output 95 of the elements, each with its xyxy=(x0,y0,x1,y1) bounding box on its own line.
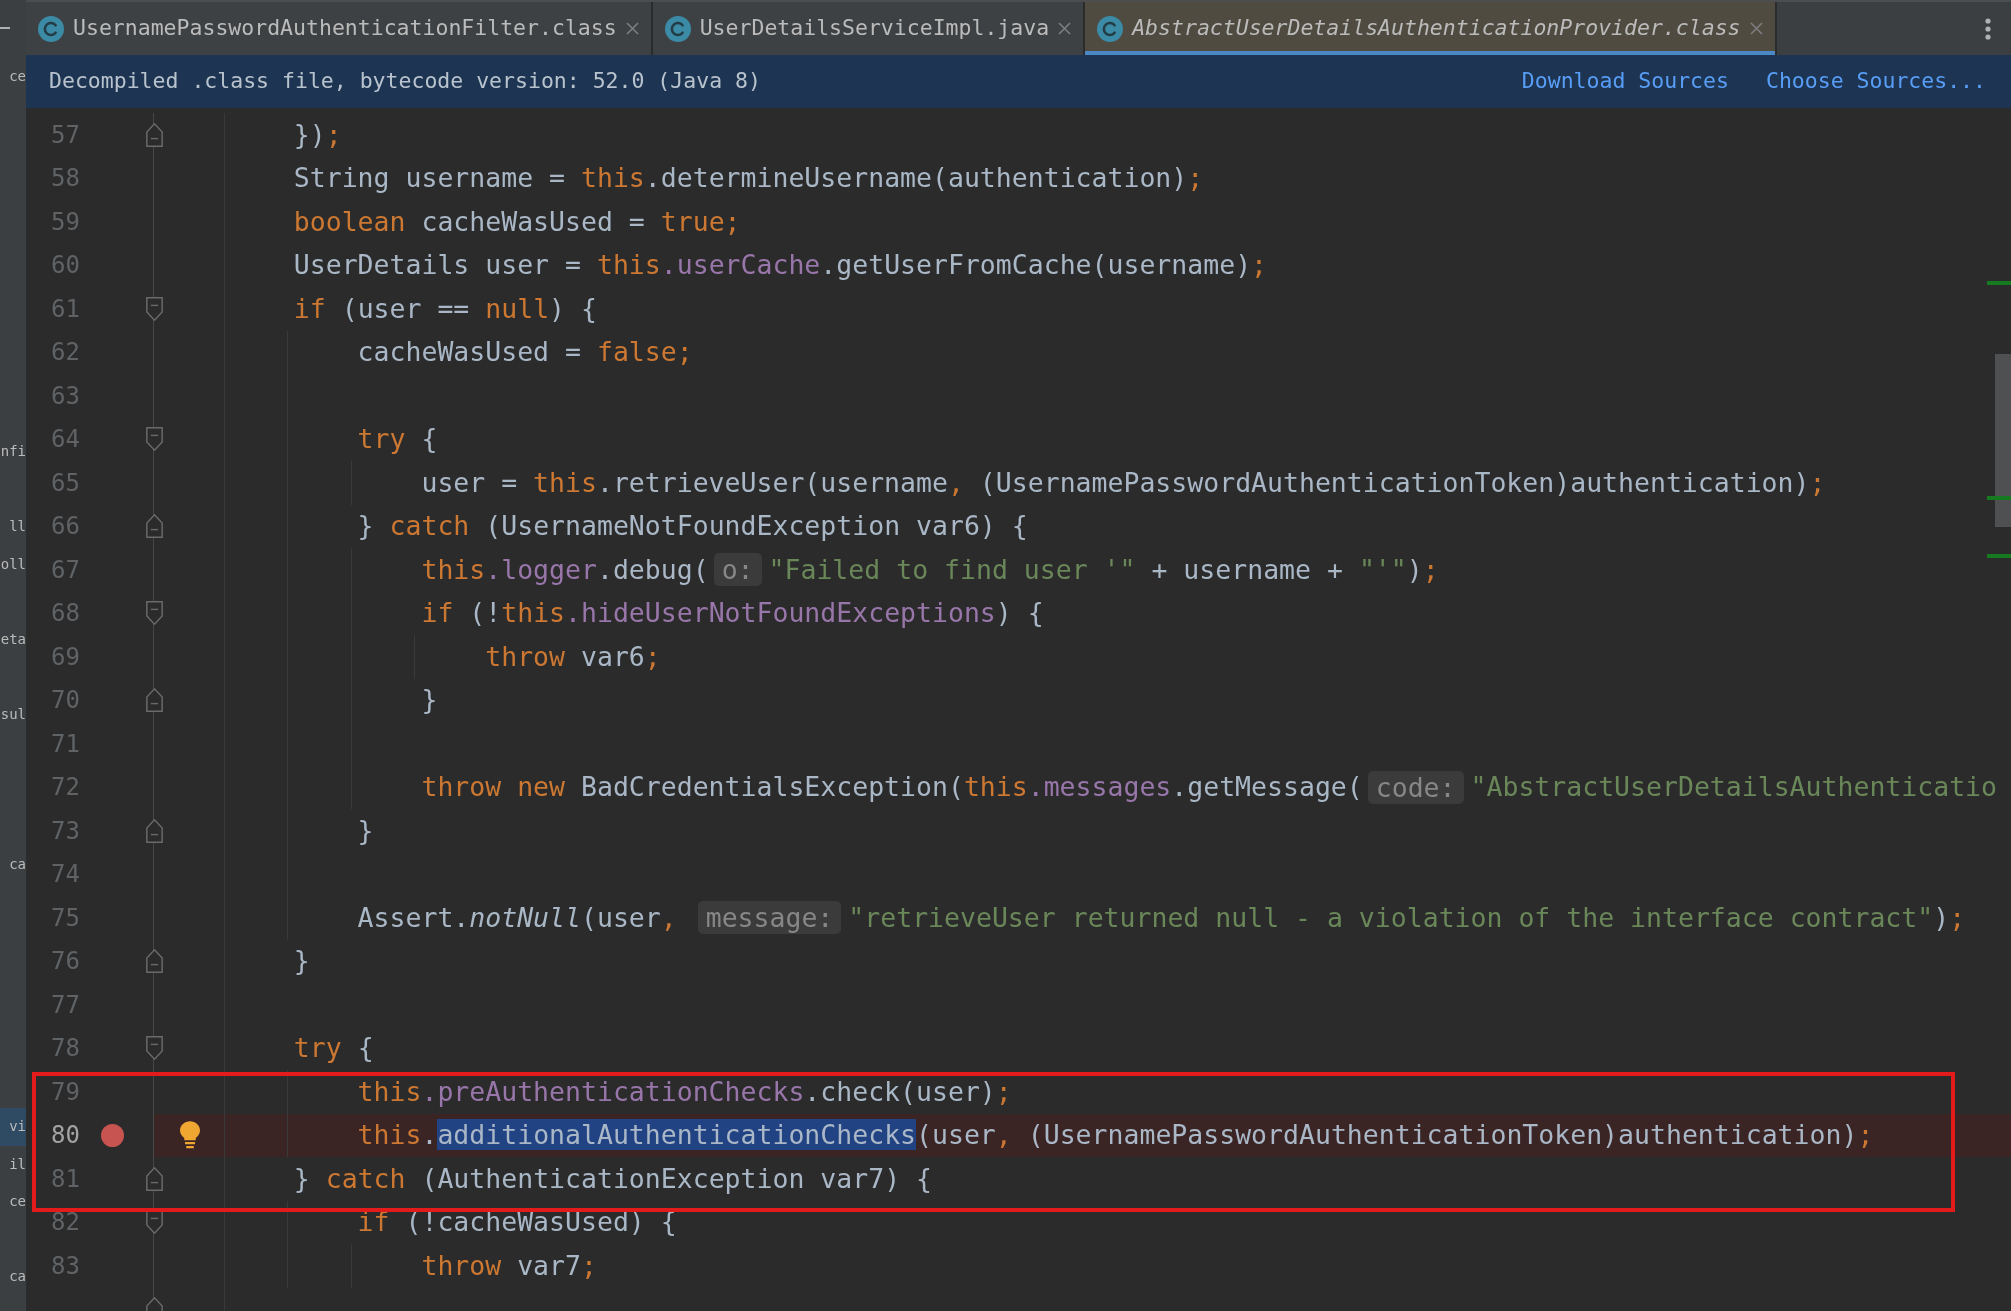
circle-c-icon xyxy=(38,15,64,42)
fold-marker-icon[interactable] xyxy=(145,514,163,539)
line-number: 73 xyxy=(51,815,80,847)
code-text: try { xyxy=(357,422,438,457)
fold-marker-icon[interactable] xyxy=(145,1166,163,1191)
scroll-marker-icon xyxy=(1987,281,2011,285)
scroll-marker-icon xyxy=(1987,554,2011,558)
line-number: 62 xyxy=(51,337,80,369)
line-number: 81 xyxy=(51,1163,80,1195)
code-text: } xyxy=(293,944,310,979)
code-text: }); xyxy=(293,117,342,152)
line-number: 63 xyxy=(51,380,80,412)
fold-marker-icon[interactable] xyxy=(145,688,163,713)
fold-marker-icon[interactable] xyxy=(145,601,163,626)
line-number: 71 xyxy=(51,728,80,760)
code-text: try { xyxy=(293,1031,374,1066)
line-number: 75 xyxy=(51,902,80,934)
line-number: 69 xyxy=(51,641,80,673)
code-text: } catch (UsernameNotFoundException var6) { xyxy=(357,509,1028,544)
close-icon[interactable] xyxy=(1749,22,1763,35)
line-number: 76 xyxy=(51,946,80,978)
line-number: 78 xyxy=(51,1033,80,1065)
code-text: user = this.retrieveUser(username, (UsernamePasswordAuthenticationToken)authentication); xyxy=(421,465,1826,500)
line-number: 74 xyxy=(51,859,80,891)
code-text: throw var6; xyxy=(485,639,661,674)
parameter-hint: o: xyxy=(713,553,762,587)
line-number: 66 xyxy=(51,511,80,543)
minus-icon[interactable] xyxy=(0,26,10,29)
code-text: this.additionalAuthenticationChecks(user, (UsernamePasswordAuthenticationToken)authentication); xyxy=(357,1118,1874,1153)
code-text: String username = this.determineUsername(authentication); xyxy=(293,161,1204,196)
code-text: UserDetails user = this.userCache.getUserFromCache(username); xyxy=(293,248,1268,283)
line-number: 59 xyxy=(51,206,80,238)
line-number: 68 xyxy=(51,598,80,630)
line-number: 57 xyxy=(51,119,80,151)
notice-link[interactable]: Choose Sources... xyxy=(1765,65,1986,98)
fold-marker-icon[interactable] xyxy=(145,427,163,452)
tree-item[interactable]: ca xyxy=(9,845,26,884)
circle-c-icon xyxy=(664,15,691,42)
line-number: 65 xyxy=(51,467,80,499)
line-number: 60 xyxy=(51,250,80,282)
fold-marker-icon[interactable] xyxy=(145,296,163,321)
line-number: 79 xyxy=(51,1076,80,1108)
scroll-marker-icon xyxy=(1987,496,2011,500)
code-text: } catch (AuthenticationException var7) { xyxy=(293,1161,932,1196)
parameter-hint: message: xyxy=(697,901,842,935)
editor-tab[interactable]: AbstractUserDetailsAuthenticationProvider.class xyxy=(1085,2,1777,55)
line-number: 70 xyxy=(51,685,80,717)
more-options-icon[interactable] xyxy=(1985,17,1991,40)
code-text: throw var7; xyxy=(421,1248,597,1283)
breakpoint-icon[interactable] xyxy=(100,1123,124,1147)
code-text: this.preAuthenticationChecks.check(user); xyxy=(357,1074,1012,1109)
tree-item[interactable]: sul xyxy=(0,695,26,734)
close-icon[interactable] xyxy=(625,22,639,35)
line-number: 58 xyxy=(51,163,80,195)
fold-marker-icon[interactable] xyxy=(145,122,163,147)
code-text: } xyxy=(357,813,374,848)
line-number: 82 xyxy=(51,1207,80,1239)
code-text: "Failed to find user '" + username + "'"); xyxy=(768,552,1439,587)
tree-item[interactable]: eta xyxy=(0,620,26,659)
code-text: if (!this.hideUserNotFoundExceptions) { xyxy=(421,596,1044,631)
notice-text: Decompiled .class file, bytecode version: 52.0 (Java 8) xyxy=(49,67,761,96)
code-text: "retrieveUser returned null - a violation of the interface contract"); xyxy=(848,900,1966,935)
code-text: this.logger.debug( xyxy=(421,552,709,587)
lightbulb-icon[interactable] xyxy=(180,1121,200,1150)
line-number: 64 xyxy=(51,424,80,456)
fold-marker-icon[interactable] xyxy=(145,949,163,974)
line-number: 80 xyxy=(51,1120,80,1152)
code-text: } xyxy=(421,683,438,718)
circle-c-icon xyxy=(1097,15,1124,42)
tree-item[interactable]: il xyxy=(9,1145,26,1184)
tree-item[interactable]: ce xyxy=(9,58,26,96)
tree-item[interactable]: nfi xyxy=(0,433,26,471)
code-text: throw new BadCredentialsException(this.messages.getMessage( xyxy=(421,770,1363,805)
line-number: 72 xyxy=(51,772,80,804)
fold-marker-icon[interactable] xyxy=(145,818,163,843)
parameter-hint: code: xyxy=(1367,770,1464,804)
code-text: Assert.notNull(user, xyxy=(357,900,678,935)
code-text: "AbstractUserDetailsAuthenticatio xyxy=(1470,770,1998,805)
code-text: if (user == null) { xyxy=(293,291,597,326)
tree-item[interactable]: vi xyxy=(0,1108,26,1146)
code-text: cacheWasUsed = false; xyxy=(357,335,693,370)
close-icon[interactable] xyxy=(1058,22,1072,35)
scrollbar-thumb[interactable] xyxy=(1995,354,2011,527)
fold-marker-icon[interactable] xyxy=(145,1036,163,1061)
line-number: 61 xyxy=(51,293,80,325)
tree-item[interactable]: ce xyxy=(9,1183,26,1221)
tree-item[interactable]: ca xyxy=(9,1258,26,1296)
line-number: 67 xyxy=(51,554,80,586)
tree-item[interactable]: oll xyxy=(0,545,26,584)
notice-link[interactable]: Download Sources xyxy=(1521,65,1729,98)
line-number: 83 xyxy=(51,1250,80,1282)
code-text: boolean cacheWasUsed = true; xyxy=(293,204,741,239)
line-number: 77 xyxy=(51,989,80,1021)
tree-item[interactable]: ll xyxy=(9,508,26,546)
fold-marker-icon[interactable] xyxy=(145,1210,163,1235)
